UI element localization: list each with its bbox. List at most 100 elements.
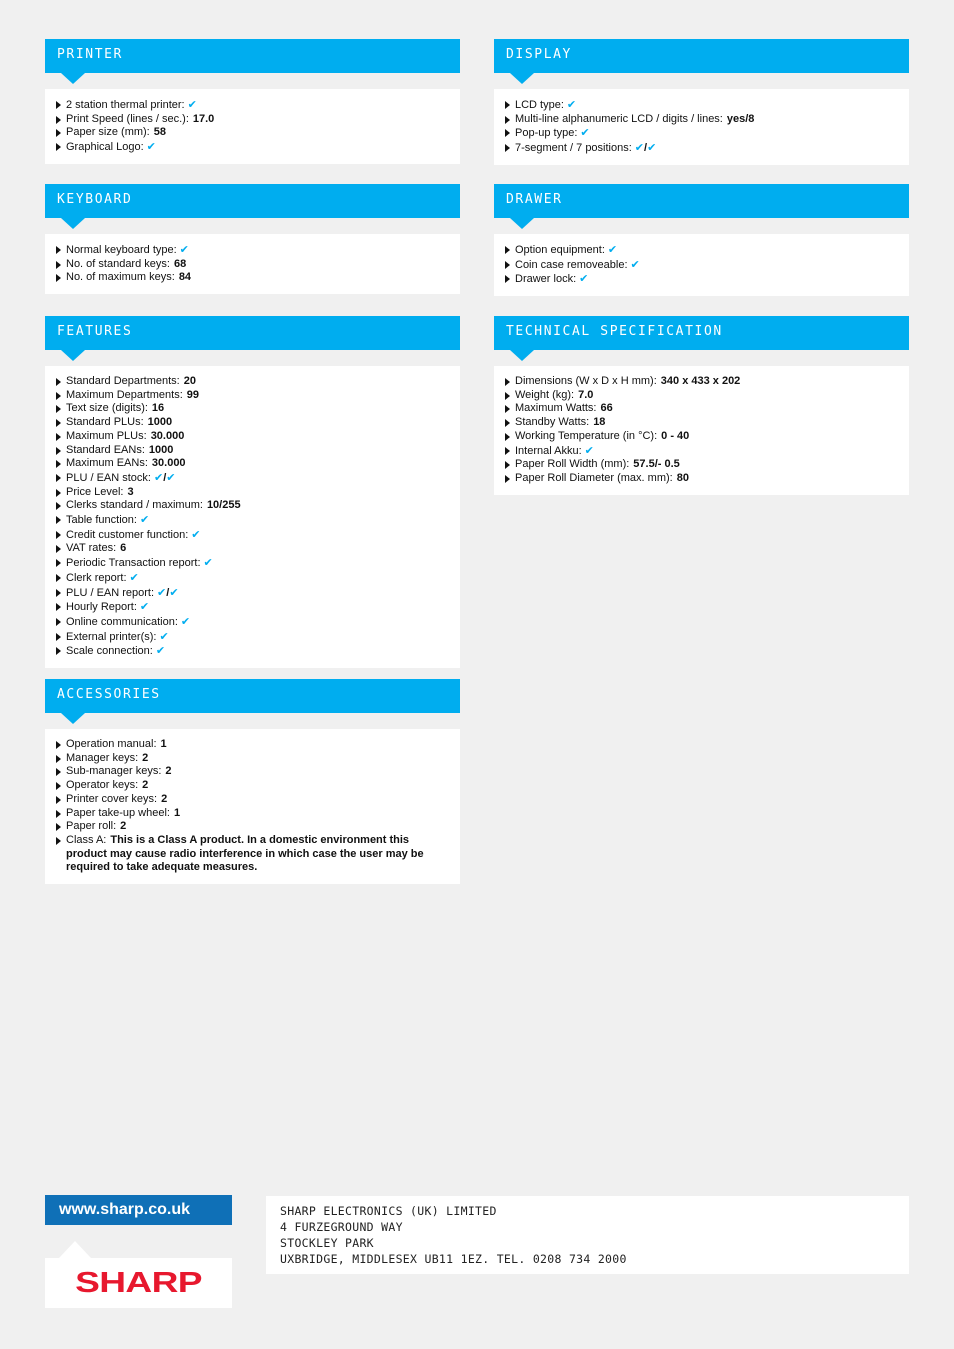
section-header: TECHNICAL SPECIFICATION [494,316,909,361]
bullet-arrow-icon [56,559,61,568]
bullet-arrow-icon [56,647,61,656]
spec-value: 0 - 40 [661,429,690,442]
bullet-arrow-icon [56,795,61,804]
spec-label: Text size (digits): [66,402,148,415]
spec-label: Clerk report: [66,571,127,584]
spec-row: PLU / EAN stock: ✔/✔ [56,471,450,486]
bullet-arrow-icon [505,101,510,109]
spec-row: Maximum PLUs: 30.000 [56,430,450,444]
website-link[interactable]: www.sharp.co.uk [45,1195,232,1225]
row-text: External printer(s): ✔ [66,630,450,645]
checkmark-icon: ✔ [129,570,139,584]
spec-row: PLU / EAN report: ✔/✔ [56,586,450,601]
bullet-arrow-icon [505,419,510,428]
row-text: Graphical Logo: ✔ [66,140,450,155]
spec-label: Print Speed (lines / sec.): [66,112,189,125]
spec-value: 18 [593,416,606,429]
spec-label: Clerks standard / maximum: [66,499,203,512]
spec-row: Class A: This is a Class A product. In a … [56,834,450,875]
bullet-arrow-icon [56,530,61,539]
bullet-arrow-icon [56,603,61,612]
spec-row: Paper take-up wheel: 1 [56,807,450,821]
spec-label: Multi-line alphanumeric LCD / digits / l… [515,112,723,125]
spec-label: Standard PLUs: [66,416,144,429]
row-text: Weight (kg): 7.0 [515,389,899,403]
spec-label: Maximum EANs: [66,457,148,470]
spec-value: 10/255 [206,499,241,512]
bullet-arrow-icon [56,246,61,254]
row-text: Periodic Transaction report: ✔ [66,556,450,571]
spec-value: 2 [142,751,149,764]
spec-value: 68 [173,257,187,270]
spec-label: Graphical Logo: [66,141,144,154]
logo-text: SHARP [75,1266,202,1299]
row-text: Table function: ✔ [66,513,450,528]
header-pointer [510,73,534,84]
spec-row: No. of standard keys: 68 [56,258,450,272]
section-body: 2 station thermal printer: ✔ Print Speed (… [45,89,460,164]
section-header: DISPLAY [494,39,909,84]
spec-label: Operator keys: [66,779,139,792]
spec-row: 7-segment / 7 positions: ✔/✔ [505,141,899,156]
spec-row: Paper roll: 2 [56,820,450,834]
sharp-logo: SHARP [45,1258,232,1308]
row-text: Paper take-up wheel: 1 [66,807,450,821]
spec-label: Standby Watts: [515,416,590,429]
row-text: Hourly Report: ✔ [66,600,450,615]
spec-label: Printer cover keys: [66,792,158,805]
spec-row: Weight (kg): 7.0 [505,389,899,403]
row-text: Multi-line alphanumeric LCD / digits / l… [515,113,899,127]
spec-row: Standard Departments: 20 [56,375,450,389]
row-text: Clerk report: ✔ [66,571,450,586]
row-text: Clerks standard / maximum: 10/255 [66,499,450,513]
spec-label: Maximum Watts: [515,402,597,415]
bullet-arrow-icon [56,473,61,482]
bullet-arrow-icon [505,246,510,254]
spec-label: Pop-up type: [515,127,578,140]
checkmark-icon: ✔ [580,126,590,140]
checkmark-icon: ✔ [155,644,166,658]
spec-label: External printer(s): [66,630,157,643]
company-address: SHARP ELECTRONICS (UK) LIMITED 4 FURZEGR… [266,1196,909,1274]
bullet-arrow-icon [56,516,61,525]
row-text: 2 station thermal printer: ✔ [66,98,450,113]
spec-label: 7-segment / 7 positions: [515,142,632,155]
spec-label: Operation manual: [66,738,157,750]
bullet-arrow-icon [56,754,61,763]
row-text: Standard PLUs: 1000 [66,416,450,430]
row-text: Sub-manager keys: 2 [66,765,450,779]
spec-row: Standard PLUs: 1000 [56,416,450,430]
header-pointer [510,218,534,229]
bullet-arrow-icon [505,474,510,483]
spec-row: Working Temperature (in °C): 0 - 40 [505,430,899,444]
checkmark-icon: ✔ [579,272,589,286]
spec-value: 3 [127,485,134,498]
spec-value: 99 [186,388,200,401]
spec-label: No. of maximum keys: [66,271,175,284]
spec-label: Paper take-up wheel: [66,806,170,819]
spec-value: 1000 [147,416,173,429]
spec-row: Pop-up type: ✔ [505,126,899,141]
spec-row: Sub-manager keys: 2 [56,765,450,779]
bullet-arrow-icon [56,405,61,414]
checkmark-icon: ✔ [139,513,150,527]
spec-value: 30.000 [151,457,186,470]
bullet-arrow-icon [56,143,61,152]
spec-value: 340 x 433 x 202 [660,375,741,387]
checkmark-icon: ✔ [166,470,176,484]
row-text: Credit customer function: ✔ [66,528,450,543]
row-text: Standard EANs: 1000 [66,444,450,458]
checkmark-icon: ✔ [146,140,156,154]
spec-value: 20 [183,375,196,387]
section-display: DISPLAY LCD type: ✔ Multi-line alphanumeri… [494,39,909,165]
spec-label: Paper size (mm): [66,126,150,139]
checkmark-icon: ✔ [634,141,645,155]
checkmark-icon: ✔ [157,585,167,599]
row-text: Maximum EANs: 30.000 [66,457,450,471]
header-pointer [61,73,85,84]
checkmark-icon: ✔ [191,527,201,541]
bullet-arrow-icon [505,275,510,284]
address-line: 4 FURZEGROUND WAY [280,1220,403,1234]
section-header: FEATURES [45,316,460,361]
spec-row: LCD type: ✔ [505,98,899,113]
